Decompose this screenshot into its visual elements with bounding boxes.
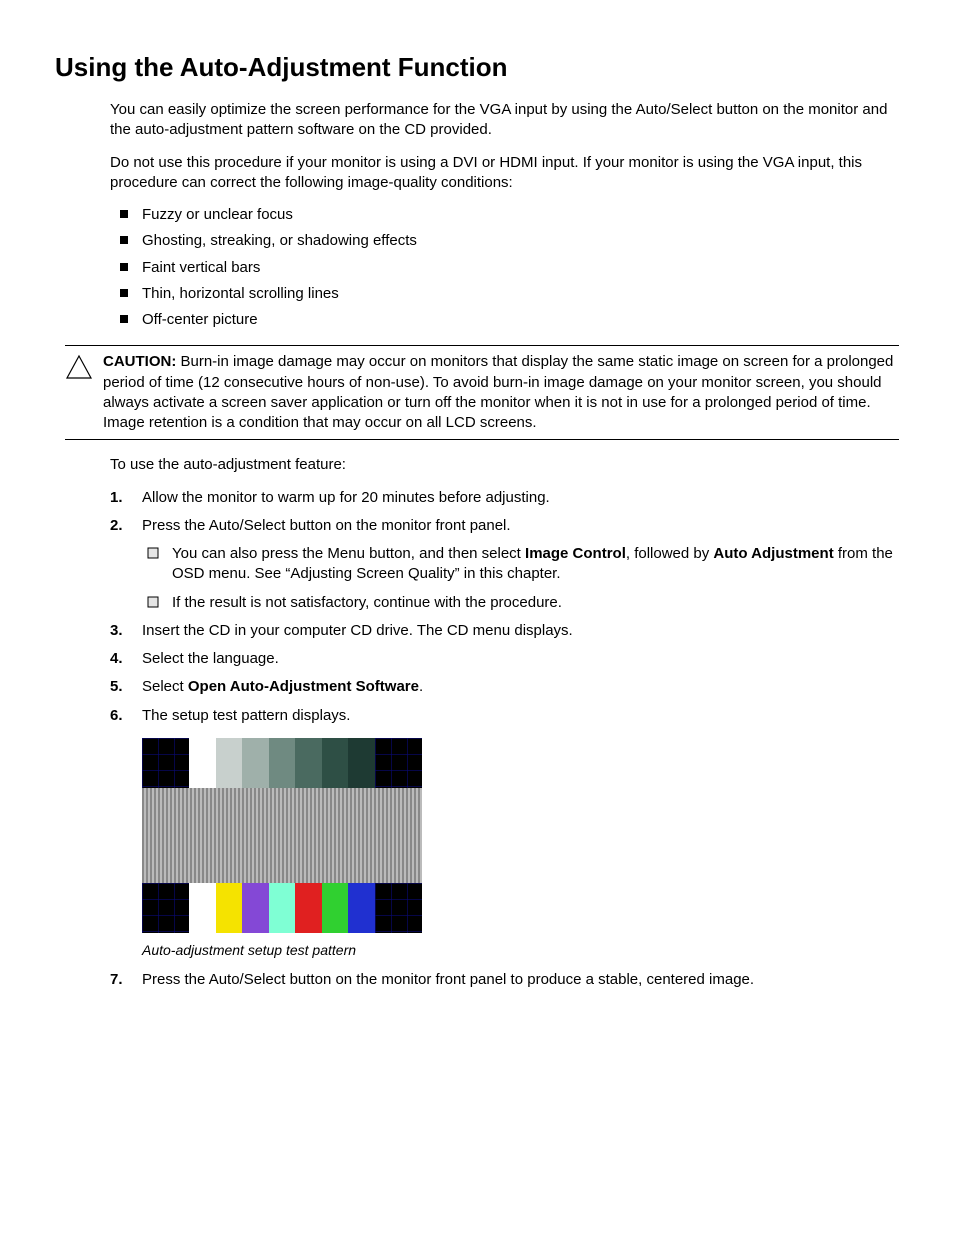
pattern-black-corner: [375, 883, 422, 933]
step-item: 3. Insert the CD in your computer CD dri…: [110, 621, 899, 641]
pattern-black-corner: [142, 883, 189, 933]
step-item: 2. Press the Auto/Select button on the m…: [110, 516, 899, 613]
step-number: 6.: [110, 706, 123, 726]
sub-text-mid: , followed by: [626, 545, 714, 562]
steps-list-cont: 7. Press the Auto/Select button on the m…: [110, 970, 899, 990]
step-number: 2.: [110, 516, 123, 536]
sub-text: If the result is not satisfactory, conti…: [172, 594, 562, 611]
sub-text-pre: You can also press the Menu button, and …: [172, 545, 525, 562]
step-item: 1. Allow the monitor to warm up for 20 m…: [110, 488, 899, 508]
step-text: Press the Auto/Select button on the moni…: [142, 517, 511, 534]
step-item: 7. Press the Auto/Select button on the m…: [110, 970, 899, 990]
caution-text: CAUTION: Burn-in image damage may occur …: [103, 352, 899, 433]
step-text: Allow the monitor to warm up for 20 minu…: [142, 489, 550, 506]
step-item: 6. The setup test pattern displays.: [110, 706, 899, 726]
sub-list: You can also press the Menu button, and …: [147, 544, 899, 613]
step-text: The setup test pattern displays.: [142, 707, 350, 724]
sub-bullet-icon: [147, 594, 159, 606]
list-item: Fuzzy or unclear focus: [110, 205, 899, 225]
step-text-post: .: [419, 678, 423, 695]
pattern-color-row: [189, 883, 375, 933]
caution-triangle-icon: [65, 354, 93, 386]
intro-paragraph-1: You can easily optimize the screen perfo…: [110, 100, 899, 141]
caution-label: CAUTION:: [103, 353, 176, 370]
test-pattern-figure: [142, 738, 899, 933]
intro-paragraph-2: Do not use this procedure if your monito…: [110, 153, 899, 194]
pattern-black-corner: [142, 738, 189, 788]
list-item: Off-center picture: [110, 310, 899, 330]
steps-lead-in: To use the auto-adjustment feature:: [110, 455, 899, 475]
pattern-stripes: [142, 788, 422, 883]
test-pattern-image: [142, 738, 422, 933]
sub-item: If the result is not satisfactory, conti…: [147, 593, 899, 613]
step-text-pre: Select: [142, 678, 188, 695]
step-number: 4.: [110, 649, 123, 669]
list-item: Thin, horizontal scrolling lines: [110, 284, 899, 304]
caution-block: CAUTION: Burn-in image damage may occur …: [65, 345, 899, 440]
list-item: Faint vertical bars: [110, 258, 899, 278]
step-number: 3.: [110, 621, 123, 641]
steps-list: 1. Allow the monitor to warm up for 20 m…: [110, 488, 899, 726]
step-text: Press the Auto/Select button on the moni…: [142, 971, 754, 988]
sub-text-bold1: Image Control: [525, 545, 626, 562]
sub-bullet-icon: [147, 545, 159, 557]
step-item: 4. Select the language.: [110, 649, 899, 669]
conditions-list: Fuzzy or unclear focus Ghosting, streaki…: [110, 205, 899, 330]
step-text: Select the language.: [142, 650, 279, 667]
page-heading: Using the Auto-Adjustment Function: [55, 50, 899, 85]
step-number: 5.: [110, 677, 123, 697]
list-item: Ghosting, streaking, or shadowing effect…: [110, 231, 899, 251]
step-number: 7.: [110, 970, 123, 990]
caution-body: Burn-in image damage may occur on monito…: [103, 353, 893, 431]
step-item: 5. Select Open Auto-Adjustment Software.: [110, 677, 899, 697]
pattern-gradient-row: [189, 738, 375, 788]
step-number: 1.: [110, 488, 123, 508]
step-text: Insert the CD in your computer CD drive.…: [142, 622, 573, 639]
sub-text-bold2: Auto Adjustment: [713, 545, 833, 562]
sub-item: You can also press the Menu button, and …: [147, 544, 899, 585]
step-text-bold: Open Auto-Adjustment Software: [188, 678, 419, 695]
figure-caption: Auto-adjustment setup test pattern: [142, 941, 899, 960]
pattern-black-corner: [375, 738, 422, 788]
